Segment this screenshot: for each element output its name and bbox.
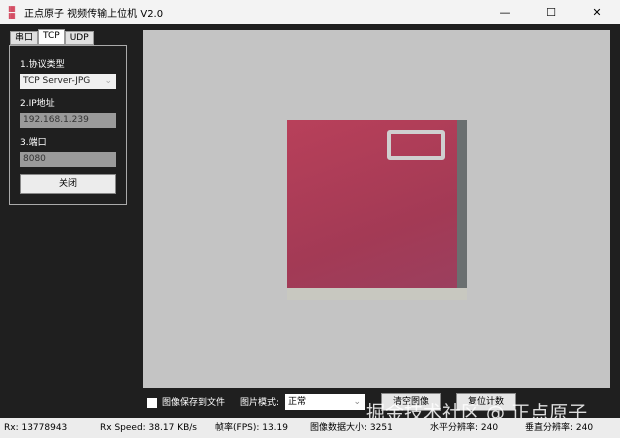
save-to-file-checkbox[interactable] — [147, 398, 157, 408]
image-mode-value: 正常 — [288, 397, 307, 407]
window-title: 正点原子 视频传输上位机 V2.0 — [24, 8, 164, 20]
protocol-value: TCP Server-JPG — [23, 76, 91, 86]
video-display — [143, 30, 610, 388]
app-logo-icon: ▦ ▦ — [8, 4, 16, 20]
ip-label: 2.IP地址 — [20, 99, 55, 109]
save-to-file-label: 图像保存到文件 — [162, 398, 226, 408]
image-mode-select[interactable]: 正常 ⌄ — [285, 394, 365, 410]
video-frame — [287, 120, 467, 300]
tab-tcp[interactable]: TCP — [38, 29, 65, 45]
maximize-button[interactable]: ☐ — [528, 0, 574, 24]
close-button[interactable]: ✕ — [574, 0, 620, 24]
vertical-resolution: 垂直分辨率: 240 — [525, 423, 594, 433]
title-bar: ▦ ▦ 正点原子 视频传输上位机 V2.0 — ☐ ✕ — [0, 0, 620, 24]
chevron-down-icon: ⌄ — [353, 397, 361, 407]
rx-count: Rx: 13778943 — [4, 423, 68, 433]
rx-speed: Rx Speed: 38.17 KB/s — [100, 423, 197, 433]
fps: 帧率(FPS): 13.19 — [215, 423, 288, 433]
chevron-down-icon: ⌄ — [104, 76, 112, 86]
port-input[interactable]: 8080 — [20, 152, 116, 167]
protocol-label: 1.协议类型 — [20, 60, 65, 70]
horizontal-resolution: 水平分辨率: 240 — [430, 423, 499, 433]
tab-serial[interactable]: 串口 — [10, 31, 39, 45]
protocol-select[interactable]: TCP Server-JPG ⌄ — [20, 74, 116, 89]
tcp-settings-panel: 1.协议类型 TCP Server-JPG ⌄ 2.IP地址 192.168.1.… — [9, 45, 127, 205]
ip-input[interactable]: 192.168.1.239 — [20, 113, 116, 128]
status-bar: Rx: 13778943 Rx Speed: 38.17 KB/s 帧率(FPS… — [0, 418, 620, 438]
image-size: 图像数据大小: 3251 — [310, 423, 393, 433]
close-connection-button[interactable]: 关闭 — [20, 174, 116, 194]
image-mode-label: 图片模式: — [240, 398, 280, 408]
minimize-button[interactable]: — — [482, 0, 528, 24]
port-label: 3.端口 — [20, 138, 47, 148]
tab-udp[interactable]: UDP — [64, 31, 94, 45]
